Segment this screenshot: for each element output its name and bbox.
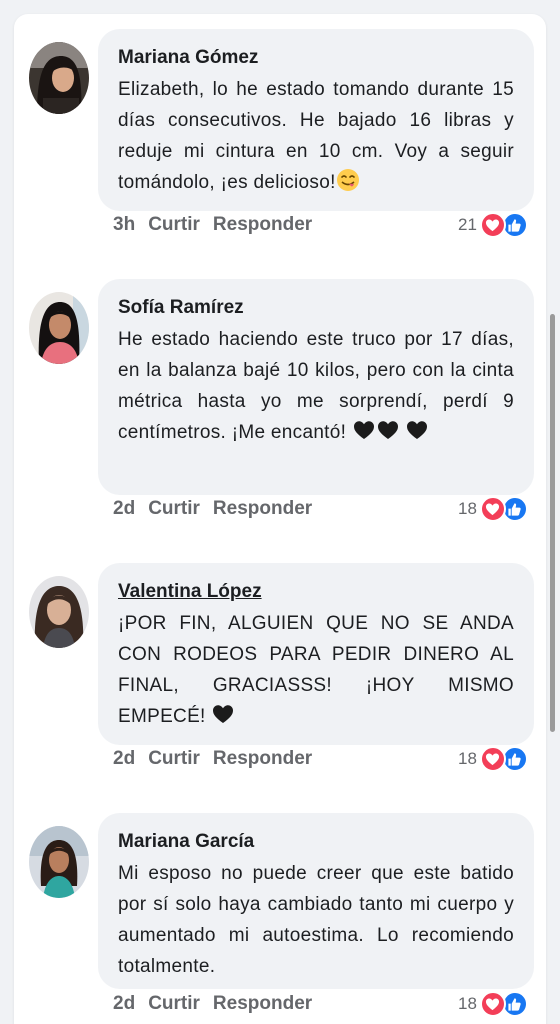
comment-bubble: Valentina López ¡POR FIN, ALGUIEN QUE NO… <box>98 563 534 745</box>
comment-author[interactable]: Mariana Gómez <box>118 45 514 71</box>
comment-time[interactable]: 3h <box>113 214 135 236</box>
avatar[interactable] <box>29 42 89 114</box>
yum-face-icon <box>336 169 359 191</box>
reaction-count: 18 <box>458 499 477 518</box>
reaction-count: 21 <box>458 215 477 234</box>
like-link[interactable]: Curtir <box>148 214 200 236</box>
reaction-summary[interactable]: 21 <box>458 211 528 239</box>
reply-link[interactable]: Responder <box>213 498 312 520</box>
comment-time[interactable]: 2d <box>113 748 135 770</box>
comment-text: Elizabeth, lo he estado tomando durante … <box>118 74 514 198</box>
comment-body: Elizabeth, lo he estado tomando durante … <box>118 79 514 193</box>
avatar-photo <box>29 576 89 648</box>
reaction-summary[interactable]: 18 <box>458 495 528 523</box>
reaction-summary[interactable]: 18 <box>458 745 528 773</box>
comment-bubble: Mariana García Mi esposo no puede creer … <box>98 813 534 989</box>
avatar[interactable] <box>29 826 89 898</box>
like-link[interactable]: Curtir <box>148 498 200 520</box>
heart-reaction-icon <box>479 496 506 522</box>
comment-body: He estado haciendo este truco por 17 día… <box>118 329 514 443</box>
black-heart-icon <box>353 421 374 439</box>
heart-reaction-icon <box>479 991 506 1017</box>
avatar[interactable] <box>29 292 89 364</box>
like-link[interactable]: Curtir <box>148 993 200 1015</box>
comment-actions: 3h Curtir Responder <box>113 211 312 239</box>
comment-body: ¡POR FIN, ALGUIEN QUE NO SE ANDA CON ROD… <box>118 613 514 727</box>
avatar-photo <box>29 826 89 898</box>
comment-actions: 2d Curtir Responder <box>113 495 312 523</box>
heart-reaction-icon <box>479 746 506 772</box>
reaction-summary[interactable]: 18 <box>458 990 528 1018</box>
comment-text: ¡POR FIN, ALGUIEN QUE NO SE ANDA CON ROD… <box>118 608 514 732</box>
reply-link[interactable]: Responder <box>213 214 312 236</box>
avatar[interactable] <box>29 576 89 648</box>
reaction-count: 18 <box>458 994 477 1013</box>
avatar-photo <box>29 42 89 114</box>
reaction-count: 18 <box>458 749 477 768</box>
comment-text: Mi esposo no puede creer que este batido… <box>118 863 514 977</box>
black-heart-icon <box>377 421 398 439</box>
heart-reaction-icon <box>479 212 506 238</box>
reply-link[interactable]: Responder <box>213 993 312 1015</box>
comment-author[interactable]: Sofía Ramírez <box>118 295 514 321</box>
reply-link[interactable]: Responder <box>213 748 312 770</box>
comment-actions: 2d Curtir Responder <box>113 990 312 1018</box>
comment-actions: 2d Curtir Responder <box>113 745 312 773</box>
scrollbar[interactable] <box>550 314 555 732</box>
black-heart-icon <box>407 421 428 439</box>
comment-author[interactable]: Mariana García <box>118 829 514 855</box>
avatar-photo <box>29 292 89 364</box>
comment-text: He estado haciendo este truco por 17 día… <box>118 324 514 448</box>
comment-bubble: Mariana Gómez Elizabeth, lo he estado to… <box>98 29 534 211</box>
like-link[interactable]: Curtir <box>148 748 200 770</box>
comment-time[interactable]: 2d <box>113 993 135 1015</box>
comment-time[interactable]: 2d <box>113 498 135 520</box>
black-heart-icon <box>213 705 234 723</box>
comment-author[interactable]: Valentina López <box>118 579 514 605</box>
comment-bubble: Sofía Ramírez He estado haciendo este tr… <box>98 279 534 495</box>
